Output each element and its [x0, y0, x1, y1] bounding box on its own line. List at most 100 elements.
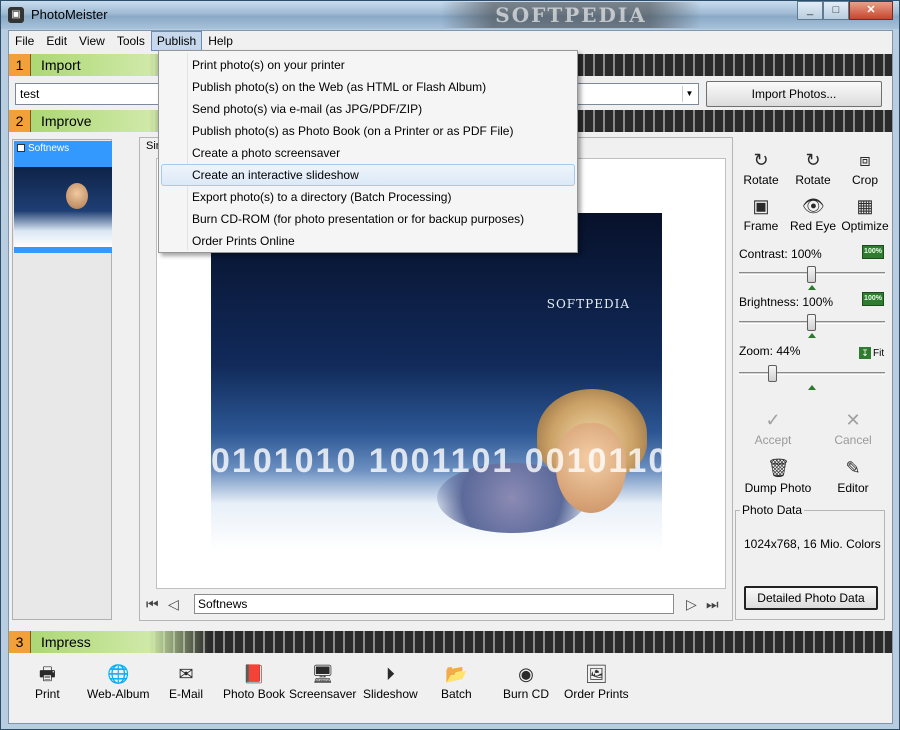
thumbnail-face [66, 183, 88, 209]
menu-tools[interactable]: Tools [111, 31, 151, 51]
accept-button[interactable]: ✓ Accept [743, 409, 803, 447]
first-photo-icon[interactable]: ⏮ [146, 596, 159, 613]
photo-data-info: 1024x768, 16 Mio. Colors [744, 537, 881, 551]
eye-icon: 👁 [802, 196, 825, 216]
globe-icon: 🌐 [107, 664, 130, 684]
cancel-button[interactable]: ✕ Cancel [823, 409, 883, 447]
brightness-slider-thumb[interactable] [807, 314, 816, 331]
rotate-right-button[interactable]: ↻ Rotate [783, 149, 843, 187]
book-icon: 📕 [242, 664, 266, 684]
menu-item-send-email[interactable]: Send photo(s) via e-mail (as JPG/PDF/ZIP… [161, 98, 575, 120]
contrast-slider-thumb[interactable] [807, 266, 816, 283]
impress-burn-cd-button[interactable]: ◉ Burn CD [503, 663, 549, 701]
dump-photo-label: Dump Photo [744, 481, 812, 495]
fit-icon: ↧ [859, 347, 871, 359]
next-photo-icon[interactable]: ▷ [686, 596, 697, 613]
main-photo[interactable]: SOFTPEDIA 0101010 1001101 0010110 [211, 213, 662, 551]
menu-item-screensaver[interactable]: Create a photo screensaver [161, 142, 575, 164]
crop-button[interactable]: ⧈ Crop [835, 149, 895, 187]
optimize-icon: ▦ [856, 196, 874, 216]
maximize-button[interactable]: □ [823, 1, 849, 20]
impress-photo-book-button[interactable]: 📕 Photo Book [223, 663, 285, 701]
thumbnail-item[interactable]: Softnews [14, 141, 112, 253]
red-eye-button[interactable]: 👁 Red Eye [783, 195, 843, 233]
detailed-photo-data-button[interactable]: Detailed Photo Data [744, 586, 878, 610]
menu-item-burn-cd[interactable]: Burn CD-ROM (for photo presentation or f… [161, 208, 575, 230]
contrast-reset-badge[interactable]: 100% [862, 245, 884, 259]
impress-section-bar: 3 Impress [9, 631, 892, 653]
menu-item-photo-book[interactable]: Publish photo(s) as Photo Book (on a Pri… [161, 120, 575, 142]
impress-screensaver-label: Screensaver [289, 687, 357, 701]
import-section-number: 1 [9, 54, 31, 76]
folder-icon: 📂 [445, 664, 468, 684]
zoom-fit-button[interactable]: ↧ Fit [859, 347, 884, 359]
last-photo-icon[interactable]: ⏭ [706, 596, 719, 613]
title-bar[interactable]: ▣ PhotoMeister SOFTPEDIA _ □ ✕ [1, 1, 899, 29]
menu-view[interactable]: View [73, 31, 111, 51]
zoom-slider-thumb[interactable] [768, 365, 777, 382]
menu-item-order-prints[interactable]: Order Prints Online [161, 230, 575, 252]
menu-edit[interactable]: Edit [40, 31, 73, 51]
impress-batch-button[interactable]: 📂 Batch [441, 663, 472, 701]
photo-logo-text: SOFTPEDIA [546, 297, 630, 311]
improve-section-number: 2 [9, 110, 31, 132]
app-icon[interactable]: ▣ [8, 7, 24, 23]
impress-section-header[interactable]: 3 Impress [9, 631, 209, 653]
editor-button[interactable]: ✎ Editor [823, 457, 883, 495]
close-button[interactable]: ✕ [849, 1, 893, 20]
dump-photo-button[interactable]: 🗑 Dump Photo [743, 457, 813, 495]
thumbnail-panel[interactable]: Softnews [12, 139, 112, 620]
slideshow-icon: ⏵ [385, 664, 395, 684]
menu-item-print[interactable]: Print photo(s) on your printer [161, 54, 575, 76]
frame-icon: ▣ [752, 196, 770, 216]
thumbnail-checkbox[interactable] [17, 144, 25, 152]
optimize-button[interactable]: ▦ Optimize [835, 195, 895, 233]
menu-item-publish-web[interactable]: Publish photo(s) on the Web (as HTML or … [161, 76, 575, 98]
fit-label: Fit [873, 348, 885, 359]
import-photos-button[interactable]: Import Photos... [706, 81, 882, 107]
brightness-reset-badge[interactable]: 100% [862, 292, 884, 306]
thumbnail-title: Softnews [28, 143, 70, 154]
brightness-default-marker [808, 333, 816, 338]
impress-burn-cd-label: Burn CD [503, 687, 550, 701]
impress-slideshow-label: Slideshow [363, 687, 418, 701]
zoom-default-marker [808, 385, 816, 390]
impress-slideshow-button[interactable]: ⏵ Slideshow [363, 663, 418, 701]
impress-web-album-button[interactable]: 🌐 Web-Album [87, 663, 149, 701]
impress-email-button[interactable]: ✉ E-Mail [169, 663, 203, 701]
rotate-left-button[interactable]: ↻ Rotate [731, 149, 791, 187]
impress-batch-label: Batch [441, 687, 472, 701]
mail-icon: ✉ [178, 664, 194, 684]
menu-help[interactable]: Help [202, 31, 239, 51]
thumbnail-image [14, 167, 112, 247]
import-path-value: test [20, 87, 40, 101]
rotate-left-icon: ↻ [753, 150, 769, 170]
disc-icon: ◉ [518, 664, 534, 684]
photo-caption-field[interactable]: Softnews [194, 594, 674, 614]
impress-order-prints-button[interactable]: 🖼 Order Prints [564, 663, 629, 701]
impress-screensaver-button[interactable]: 🖥 Screensaver [289, 663, 356, 701]
contrast-label: Contrast: 100% [739, 247, 822, 261]
minimize-button[interactable]: _ [797, 1, 823, 20]
frame-button[interactable]: ▣ Frame [731, 195, 791, 233]
impress-order-prints-label: Order Prints [564, 687, 629, 701]
impress-web-album-label: Web-Album [87, 687, 150, 701]
impress-section-label: Impress [41, 634, 91, 650]
menu-item-export[interactable]: Export photo(s) to a directory (Batch Pr… [161, 186, 575, 208]
impress-toolbar: 🖶 Print 🌐 Web-Album ✉ E-Mail 📕 Photo Boo… [9, 657, 892, 717]
monitor-icon: 🖥 [311, 664, 335, 684]
photo-binary-text: 0101010 1001101 0010110 [211, 442, 662, 480]
editor-icon: ✎ [845, 458, 861, 478]
menu-file[interactable]: File [9, 31, 40, 51]
previous-photo-icon[interactable]: ◁ [168, 596, 179, 613]
impress-print-button[interactable]: 🖶 Print [35, 663, 60, 701]
menu-publish[interactable]: Publish [150, 31, 203, 51]
menu-item-slideshow[interactable]: Create an interactive slideshow [161, 164, 575, 186]
photo-data-group: Photo Data 1024x768, 16 Mio. Colors Deta… [735, 503, 885, 620]
editor-label: Editor [837, 481, 869, 495]
zoom-slider-track[interactable] [739, 372, 885, 375]
chevron-down-icon[interactable]: ▼ [682, 86, 696, 102]
crop-label: Crop [851, 173, 878, 187]
printer-icon: 🖶 [38, 664, 56, 684]
impress-photo-book-label: Photo Book [223, 687, 286, 701]
